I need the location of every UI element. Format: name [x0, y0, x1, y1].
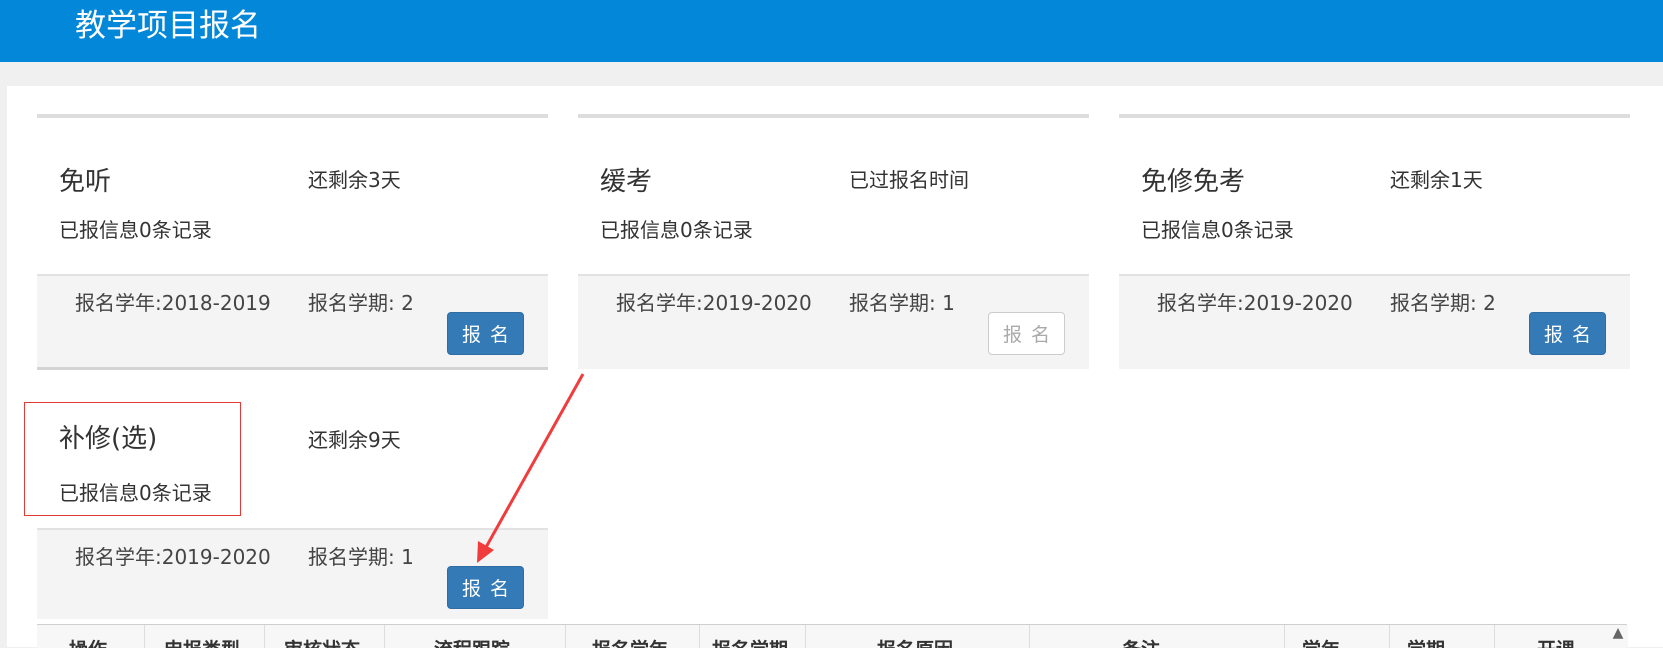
column-header-year[interactable]: 报名学年 [592, 635, 668, 648]
column-separator [144, 625, 145, 648]
column-separator [565, 625, 566, 648]
column-header-school-year[interactable]: 学年 [1302, 635, 1340, 648]
column-separator [1494, 625, 1495, 648]
column-header-tracking[interactable]: 流程跟踪 [434, 635, 510, 648]
column-separator [1029, 625, 1030, 648]
scroll-up-icon[interactable]: ▲ [1608, 625, 1628, 647]
column-header-school-term[interactable]: 学期 [1407, 635, 1445, 648]
column-header-type[interactable]: 申报类型 [164, 635, 240, 648]
column-separator [1284, 625, 1285, 648]
column-header-operation[interactable]: 操作 [69, 635, 107, 648]
column-header-reason[interactable]: 报名原因 [877, 635, 953, 648]
column-separator [699, 625, 700, 648]
column-separator [264, 625, 265, 648]
column-header-term[interactable]: 报名学期 [712, 635, 788, 648]
column-separator [384, 625, 385, 648]
annotation-arrow-icon [477, 373, 585, 563]
column-separator [1389, 625, 1390, 648]
column-header-course[interactable]: 开课 [1537, 635, 1575, 648]
column-header-remark[interactable]: 备注 [1122, 635, 1160, 648]
column-separator [805, 625, 806, 648]
column-header-status[interactable]: 审核状态 [284, 635, 360, 648]
records-table-header: 操作 申报类型 审核状态 流程跟踪 报名学年 报名学期 报名原因 备注 学年 学… [37, 624, 1627, 648]
